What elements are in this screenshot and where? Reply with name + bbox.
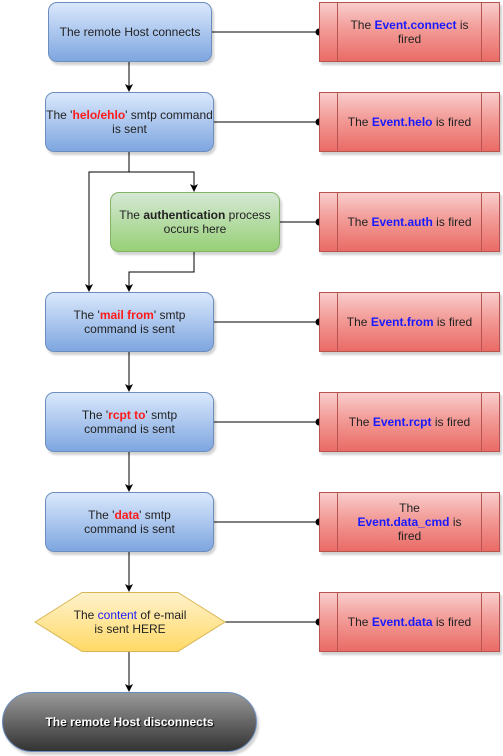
node-data-command: The 'data' smtp command is sent bbox=[45, 492, 214, 552]
node-rcpt-to-command: The 'rcpt to' smtp command is sent bbox=[45, 392, 214, 452]
highlight-text: content bbox=[97, 608, 138, 622]
node-authentication: The authentication process occurs here bbox=[110, 192, 280, 252]
label-text: The ' bbox=[46, 108, 73, 122]
label-text: is fired bbox=[432, 615, 472, 629]
event-from: The Event.from is fired bbox=[319, 292, 500, 352]
highlight-text: rcpt to bbox=[108, 408, 146, 422]
node-mail-from-command: The 'mail from' smtp command is sent bbox=[45, 292, 214, 352]
label-text: is fired bbox=[432, 215, 472, 229]
event-helo: The Event.helo is fired bbox=[319, 92, 500, 152]
label-text: The bbox=[399, 501, 420, 515]
label-text: The ' bbox=[73, 308, 100, 322]
label-text: The bbox=[347, 615, 372, 629]
label-text: is fired bbox=[432, 115, 472, 129]
highlight-text: Event.auth bbox=[371, 215, 433, 229]
label-text: The bbox=[350, 18, 375, 32]
label-text: The ' bbox=[81, 408, 109, 422]
event-rcpt: The Event.rcpt is fired bbox=[319, 392, 500, 452]
arrow-auth-mail bbox=[125, 252, 195, 292]
node-host-disconnects: The remote Host disconnects bbox=[2, 692, 257, 752]
label-text: The remote Host disconnects bbox=[45, 715, 214, 729]
label-text: The remote Host connects bbox=[59, 25, 201, 39]
event-auth: The Event.auth is fired bbox=[319, 192, 500, 252]
highlight-text: Event.helo bbox=[371, 115, 433, 129]
event-data: The Event.data is fired bbox=[319, 592, 500, 652]
event-connect: The Event.connect is fired bbox=[319, 2, 500, 62]
label-text: The bbox=[346, 315, 371, 329]
node-helo-command: The 'helo/ehlo' smtp command is sent bbox=[45, 92, 214, 152]
highlight-text: authentication bbox=[143, 208, 226, 222]
highlight-text: helo/ehlo bbox=[72, 108, 126, 122]
label-text: ' smtp command is sent bbox=[112, 108, 213, 136]
highlight-text: Event.connect bbox=[374, 18, 457, 32]
label-text: The bbox=[348, 415, 373, 429]
label-text: The bbox=[119, 208, 144, 222]
highlight-text: mail from bbox=[99, 308, 154, 322]
highlight-text: Event.rcpt bbox=[372, 415, 432, 429]
event-data-cmd: The Event.data_cmd is fired bbox=[319, 492, 500, 552]
highlight-text: data bbox=[114, 508, 140, 522]
label-text: The bbox=[347, 115, 372, 129]
node-host-connects: The remote Host connects bbox=[48, 2, 212, 62]
label-text: is fired bbox=[431, 415, 471, 429]
arrow-helo-auth bbox=[128, 152, 198, 192]
label-text: The bbox=[347, 215, 372, 229]
label-text: The bbox=[73, 608, 98, 622]
label-text: The ' bbox=[88, 508, 115, 522]
highlight-text: Event.data_cmd bbox=[357, 515, 450, 529]
highlight-text: Event.data bbox=[371, 615, 433, 629]
label-text: is fired bbox=[433, 315, 473, 329]
highlight-text: Event.from bbox=[370, 315, 434, 329]
node-email-content: The content of e-mail is sent HERE bbox=[34, 592, 226, 652]
